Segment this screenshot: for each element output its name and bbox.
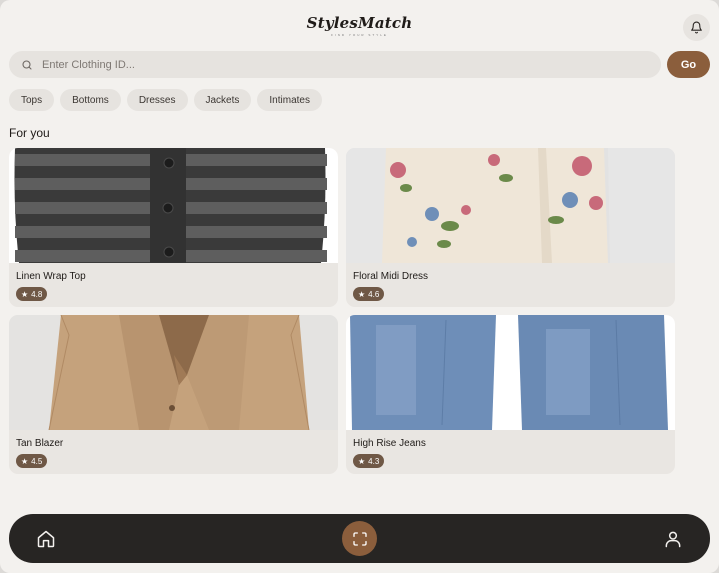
product-image — [346, 315, 675, 430]
section-title: For you — [9, 126, 50, 140]
rating-badge: ★ 4.3 — [353, 454, 385, 468]
scan-button[interactable] — [342, 521, 377, 556]
category-chip-tops[interactable]: Tops — [9, 89, 55, 111]
star-icon: ★ — [21, 456, 29, 466]
product-name: Tan Blazer — [16, 438, 64, 449]
category-chip-dresses[interactable]: Dresses — [126, 89, 188, 111]
home-icon — [37, 530, 55, 548]
rating-value: 4.8 — [31, 289, 43, 299]
product-card-tan-blazer[interactable]: Tan Blazer ★ 4.5 — [9, 315, 338, 474]
rating-badge: ★ 4.6 — [353, 287, 385, 301]
bottom-nav — [9, 514, 710, 563]
product-card-linen-wrap-top[interactable]: Linen Wrap Top ★ 4.8 — [9, 148, 338, 307]
rating-badge: ★ 4.8 — [16, 287, 48, 301]
profile-icon — [665, 531, 681, 548]
star-icon: ★ — [21, 289, 29, 299]
product-card-floral-midi-dress[interactable]: Floral Midi Dress ★ 4.6 — [346, 148, 675, 307]
app-tagline: FIND YOUR STYLE — [331, 33, 388, 37]
product-card-high-rise-jeans[interactable]: High Rise Jeans ★ 4.3 — [346, 315, 675, 474]
product-image — [346, 148, 675, 263]
rating-badge: ★ 4.5 — [16, 454, 48, 468]
product-image — [9, 315, 338, 430]
search-bar — [9, 51, 661, 78]
go-button[interactable]: Go — [667, 51, 710, 78]
app-logo: StylesMatch — [306, 14, 413, 32]
rating-value: 4.5 — [31, 456, 43, 466]
app-screen: StylesMatch FIND YOUR STYLE Go Tops Bott… — [0, 0, 719, 573]
product-name: Floral Midi Dress — [353, 271, 429, 282]
rating-value: 4.6 — [368, 289, 380, 299]
product-image — [9, 148, 338, 263]
star-icon: ★ — [358, 289, 366, 299]
notifications-button[interactable] — [683, 14, 710, 41]
rating-value: 4.3 — [368, 456, 380, 466]
profile-nav-button[interactable] — [663, 529, 683, 549]
search-input[interactable] — [40, 53, 644, 76]
scan-icon — [352, 531, 367, 546]
header: StylesMatch FIND YOUR STYLE — [0, 0, 719, 46]
star-icon: ★ — [358, 456, 366, 466]
category-chip-jackets[interactable]: Jackets — [193, 89, 252, 111]
category-chip-intimates[interactable]: Intimates — [257, 89, 322, 111]
home-nav-button[interactable] — [36, 529, 56, 549]
bell-icon — [691, 21, 702, 34]
product-name: High Rise Jeans — [353, 438, 426, 449]
category-chip-bottoms[interactable]: Bottoms — [60, 89, 121, 111]
product-name: Linen Wrap Top — [16, 271, 86, 282]
category-chips: Tops Bottoms Dresses Jackets Intimates — [9, 89, 322, 111]
search-icon — [21, 59, 33, 71]
